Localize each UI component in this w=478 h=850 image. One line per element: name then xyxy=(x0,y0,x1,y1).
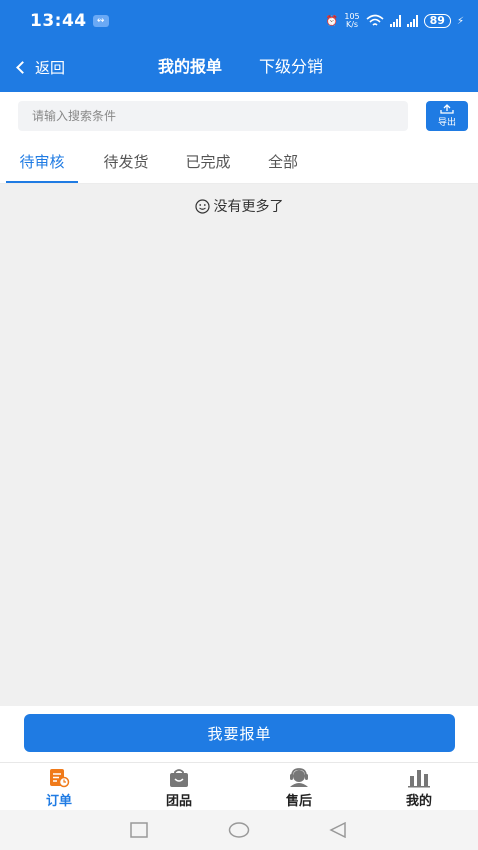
back-triangle-icon[interactable] xyxy=(328,822,348,838)
empty-message: 没有更多了 xyxy=(213,199,284,215)
recent-apps-icon[interactable] xyxy=(129,822,149,838)
customer-service-icon xyxy=(290,768,308,787)
net-speed-unit: K/s xyxy=(345,20,359,29)
order-icon xyxy=(50,769,70,788)
tabbar-item-mine[interactable]: 我的 xyxy=(379,765,459,809)
tabbar-label-orders: 订单 xyxy=(45,794,72,809)
status-indicators: ⏰ 105 K/s 89 ⚡ xyxy=(326,13,464,29)
wifi-icon xyxy=(366,14,384,26)
back-button[interactable]: 返回 xyxy=(14,42,65,92)
net-speed: 105 K/s xyxy=(344,13,359,29)
bar-chart-icon xyxy=(408,770,430,788)
tabbar-label-mine: 我的 xyxy=(405,794,432,809)
notification-icon: ↭ xyxy=(92,15,109,27)
home-icon[interactable] xyxy=(228,822,250,838)
tab-completed[interactable]: 已完成 xyxy=(172,140,244,184)
tab-pending-shipment[interactable]: 待发货 xyxy=(90,140,162,184)
alarm-icon: ⏰ xyxy=(325,15,339,27)
export-label: 导出 xyxy=(437,118,456,128)
smile-icon xyxy=(194,198,210,214)
status-bar: 13:44 ↭ ⏰ 105 K/s 89 ⚡ xyxy=(0,0,478,42)
upload-icon xyxy=(440,104,454,114)
status-time: 13:44 xyxy=(30,11,87,31)
shopping-bag-icon xyxy=(170,769,188,787)
tabbar-item-group-products[interactable]: 团品 xyxy=(139,765,219,809)
tabbar-label-group-products: 团品 xyxy=(165,794,192,809)
system-nav-bar xyxy=(0,810,478,850)
submit-report-button[interactable]: 我要报单 xyxy=(24,714,455,752)
battery-indicator: 89 xyxy=(423,14,451,28)
tab-my-reports[interactable]: 我的报单 xyxy=(158,42,222,92)
signal-icon-2 xyxy=(406,15,418,27)
search-input[interactable] xyxy=(18,101,408,131)
signal-icon xyxy=(389,15,401,27)
tab-all[interactable]: 全部 xyxy=(247,140,319,184)
nav-bar: 返回 我的报单 下级分销 xyxy=(0,42,478,92)
tabbar-label-after-sales: 售后 xyxy=(285,794,312,809)
search-row: 导出 xyxy=(0,92,478,140)
bottom-tabbar: 订单 团品 售后 我的 xyxy=(0,762,478,810)
chevron-left-icon xyxy=(16,60,29,74)
tab-active-indicator xyxy=(6,181,78,183)
export-button[interactable]: 导出 xyxy=(426,101,468,131)
tab-pending-review[interactable]: 待审核 xyxy=(6,140,78,184)
tabbar-item-orders[interactable]: 订单 xyxy=(19,765,99,809)
back-label: 返回 xyxy=(35,58,66,77)
status-tabs: 待审核 待发货 已完成 全部 xyxy=(0,140,478,184)
tabbar-item-after-sales[interactable]: 售后 xyxy=(259,765,339,809)
bottom-action-area: 我要报单 xyxy=(0,706,478,762)
empty-state: 没有更多了 xyxy=(0,196,478,216)
tab-sub-distribution[interactable]: 下级分销 xyxy=(259,42,323,92)
charging-icon: ⚡ xyxy=(456,15,464,27)
